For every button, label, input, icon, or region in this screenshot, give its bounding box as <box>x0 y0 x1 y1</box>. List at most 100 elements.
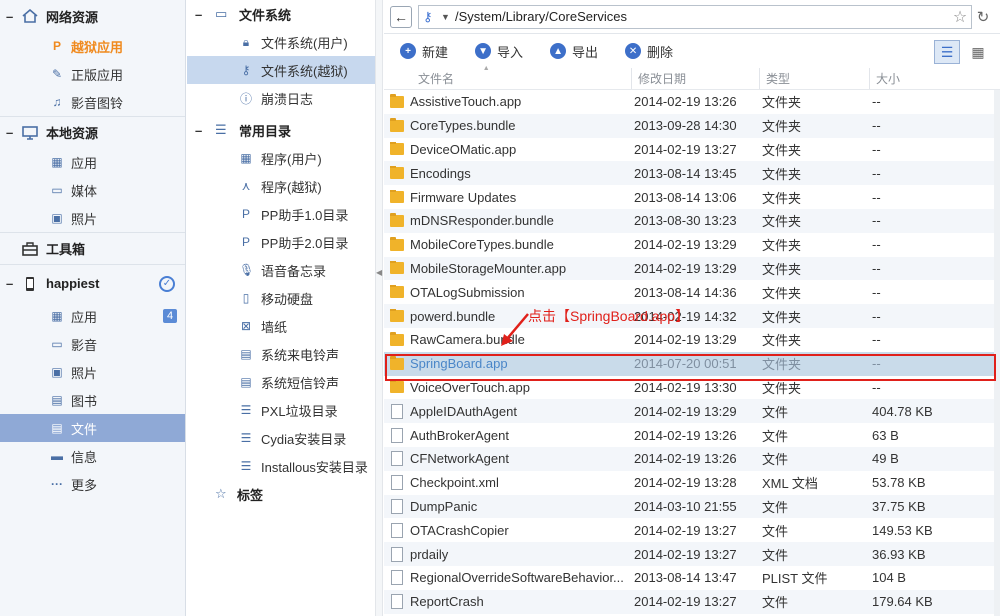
file-name-cell[interactable]: mDNSResponder.bundle <box>384 213 632 228</box>
tree-item-fs-jailbreak[interactable]: ⚷ 文件系统(越狱) <box>187 56 375 84</box>
sidebar-item-device-photos[interactable]: ▣ 照片 <box>0 358 185 386</box>
collapse-icon[interactable]: – <box>195 7 207 22</box>
grid-view-button[interactable]: ▦ <box>966 40 990 64</box>
table-row[interactable]: prdaily 2014-02-19 13:27 文件 36.93 KB <box>384 542 1000 566</box>
column-size[interactable]: 大小 <box>870 68 994 89</box>
table-row[interactable]: OTACrashCopier 2014-02-19 13:27 文件 149.53 K… <box>384 518 1000 542</box>
sidebar-item-device-messages[interactable]: ▬ 信息 <box>0 442 185 470</box>
sidebar-item-device-media[interactable]: ▭ 影音 <box>0 330 185 358</box>
tree-item-cydia[interactable]: ☰ Cydia安装目录 <box>187 424 375 452</box>
table-row[interactable]: MobileStorageMounter.app 2014-02-19 13:29… <box>384 256 1000 281</box>
tree-item-wallpaper[interactable]: ⊠ 墙纸 <box>187 312 375 340</box>
tree-item-installous[interactable]: ☰ Installous安装目录 <box>187 452 375 480</box>
sidebar-item-device-files[interactable]: ▤ 文件 <box>0 414 185 442</box>
sidebar-group-local[interactable]: – 本地资源 <box>0 116 185 148</box>
sidebar-item-device-apps[interactable]: ▦ 应用 4 <box>0 302 185 330</box>
tree-item-apps-user[interactable]: ▦ 程序(用户) <box>187 144 375 172</box>
tree-group-tags[interactable]: ☆ 标签 <box>187 480 375 508</box>
table-row[interactable]: Encodings 2013-08-14 13:45 文件夹 -- <box>384 161 1000 186</box>
table-row[interactable]: Checkpoint.xml 2014-02-19 13:28 XML 文档 53.7… <box>384 471 1000 495</box>
file-name-cell[interactable]: MobileCoreTypes.bundle <box>384 237 632 252</box>
chevron-down-icon[interactable]: ▼ <box>441 12 451 22</box>
file-name-cell[interactable]: SpringBoard.app <box>384 356 632 371</box>
sidebar-item-media-ringtones[interactable]: ♫ 影音图铃 <box>0 88 185 116</box>
file-name-cell[interactable]: DeviceOMatic.app <box>384 141 632 157</box>
file-name-cell[interactable]: Encodings <box>384 165 632 181</box>
collapse-icon[interactable]: – <box>195 123 207 138</box>
tree-item-pp2[interactable]: P PP助手2.0目录 <box>187 228 375 256</box>
sidebar-group-toolbox[interactable]: 工具箱 <box>0 232 185 264</box>
sidebar-item-local-photos[interactable]: ▣ 照片 <box>0 204 185 232</box>
tree-item-sms-tones[interactable]: ▤ 系统短信铃声 <box>187 368 375 396</box>
refresh-icon[interactable]: ↻ <box>972 8 994 26</box>
table-row[interactable]: ReportCrash 2014-02-19 13:27 文件 179.64 KB <box>384 589 1000 614</box>
table-row[interactable]: MobileCoreTypes.bundle 2014-02-19 13:29 文件… <box>384 233 1000 257</box>
table-row[interactable]: SpringBoard.app 2014-07-20 00:51 文件夹 -- <box>384 351 1000 376</box>
column-type[interactable]: 类型 <box>760 68 870 89</box>
table-row[interactable]: powerd.bundle 2014-02-19 14:32 文件夹 -- <box>384 304 1000 328</box>
sidebar-item-device-more[interactable]: ··· 更多 <box>0 470 185 498</box>
path-field[interactable]: ⚷ ▼ /System/Library/CoreServices ☆ <box>418 4 972 29</box>
table-row[interactable]: AppleIDAuthAgent 2014-02-19 13:29 文件 404.78… <box>384 399 1000 424</box>
file-name-cell[interactable]: prdaily <box>384 546 632 562</box>
file-name-cell[interactable]: OTALogSubmission <box>384 284 632 300</box>
tree-item-pp1[interactable]: P PP助手1.0目录 <box>187 200 375 228</box>
column-name[interactable]: ▲ 文件名 <box>384 65 632 89</box>
sidebar-item-jailbreak-apps[interactable]: P 越狱应用 <box>0 32 185 60</box>
sidebar-item-local-apps[interactable]: ▦ 应用 <box>0 148 185 176</box>
file-name-cell[interactable]: OTACrashCopier <box>384 522 632 538</box>
collapse-icon[interactable]: – <box>6 9 18 24</box>
file-name-cell[interactable]: ReportCrash <box>384 594 632 610</box>
tree-group-common[interactable]: – ☰ 常用目录 <box>187 116 375 144</box>
table-row[interactable]: CFNetworkAgent 2014-02-19 13:26 文件 49 B <box>384 446 1000 471</box>
table-row[interactable]: CoreTypes.bundle 2013-09-28 14:30 文件夹 -- <box>384 113 1000 138</box>
file-name-cell[interactable]: MobileStorageMounter.app <box>384 260 632 276</box>
sidebar-item-device-books[interactable]: ▤ 图书 <box>0 386 185 414</box>
table-row[interactable]: VoiceOverTouch.app 2014-02-19 13:30 文件夹 -- <box>384 376 1000 400</box>
tree-item-pxl-trash[interactable]: ☰ PXL垃圾目录 <box>187 396 375 424</box>
panel-splitter[interactable]: ◀ <box>375 0 383 616</box>
sidebar-item-local-media[interactable]: ▭ 媒体 <box>0 176 185 204</box>
sidebar-item-genuine-apps[interactable]: ✎ 正版应用 <box>0 60 185 88</box>
import-button[interactable]: ▼ 导入 <box>475 42 523 61</box>
table-row[interactable]: mDNSResponder.bundle 2013-08-30 13:23 文件夹 -… <box>384 208 1000 233</box>
scrollbar[interactable] <box>994 90 1000 616</box>
export-button[interactable]: ▲ 导出 <box>550 42 598 61</box>
file-name-cell[interactable]: AuthBrokerAgent <box>384 427 632 443</box>
tree-item-fs-user[interactable]: 🔒︎ 文件系统(用户) <box>187 28 375 56</box>
sidebar-group-network[interactable]: – 网络资源 <box>0 0 185 32</box>
table-row[interactable]: OTALogSubmission 2013-08-14 14:36 文件夹 -- <box>384 280 1000 304</box>
tree-item-voice-memos[interactable]: 🎙︎ 语音备忘录 <box>187 256 375 284</box>
back-button[interactable]: ← <box>390 5 412 28</box>
file-name-cell[interactable]: CFNetworkAgent <box>384 451 632 467</box>
path-text[interactable]: /System/Library/CoreServices <box>455 9 949 24</box>
file-name-cell[interactable]: DumpPanic <box>384 498 632 514</box>
file-name-cell[interactable]: AssistiveTouch.app <box>384 94 632 109</box>
table-row[interactable]: Firmware Updates 2013-08-14 13:06 文件夹 -- <box>384 185 1000 209</box>
list-view-button[interactable]: ☰ <box>934 40 960 64</box>
tree-item-ringtones[interactable]: ▤ 系统来电铃声 <box>187 340 375 368</box>
file-name-cell[interactable]: Firmware Updates <box>384 189 632 205</box>
tree-item-crash-logs[interactable]: ⓘ 崩溃日志 <box>187 84 375 112</box>
file-name-cell[interactable]: RegionalOverrideSoftwareBehavior... <box>384 570 632 586</box>
tree-group-filesystem[interactable]: – ▭ 文件系统 <box>187 0 375 28</box>
column-modified[interactable]: 修改日期 <box>632 68 760 89</box>
table-row[interactable]: RegionalOverrideSoftwareBehavior... 2013-… <box>384 566 1000 590</box>
collapse-icon[interactable]: – <box>6 276 18 291</box>
table-row[interactable]: DumpPanic 2014-03-10 21:55 文件 37.75 KB <box>384 494 1000 519</box>
bookmark-star-icon[interactable]: ☆ <box>949 7 971 27</box>
collapse-arrow-icon[interactable]: ◀ <box>376 268 382 277</box>
tree-item-apps-jailbreak[interactable]: ⋏ 程序(越狱) <box>187 172 375 200</box>
file-name-cell[interactable]: VoiceOverTouch.app <box>384 379 632 395</box>
tree-item-mobile-disk[interactable]: ▯ 移动硬盘 <box>187 284 375 312</box>
file-name-cell[interactable]: AppleIDAuthAgent <box>384 403 632 419</box>
file-name-cell[interactable]: Checkpoint.xml <box>384 475 632 491</box>
table-row[interactable]: AuthBrokerAgent 2014-02-19 13:26 文件 63 B <box>384 423 1000 447</box>
sidebar-group-device[interactable]: – happiest ✓ <box>0 264 185 302</box>
file-name-cell[interactable]: CoreTypes.bundle <box>384 118 632 133</box>
collapse-icon[interactable]: – <box>6 125 18 140</box>
table-row[interactable]: AssistiveTouch.app 2014-02-19 13:26 文件夹 -- <box>384 90 1000 114</box>
table-row[interactable]: RawCamera.bundle 2014-02-19 13:29 文件夹 -- <box>384 328 1000 352</box>
table-row[interactable]: DeviceOMatic.app 2014-02-19 13:27 文件夹 -- <box>384 138 1000 162</box>
new-button[interactable]: + 新建 <box>400 42 448 61</box>
